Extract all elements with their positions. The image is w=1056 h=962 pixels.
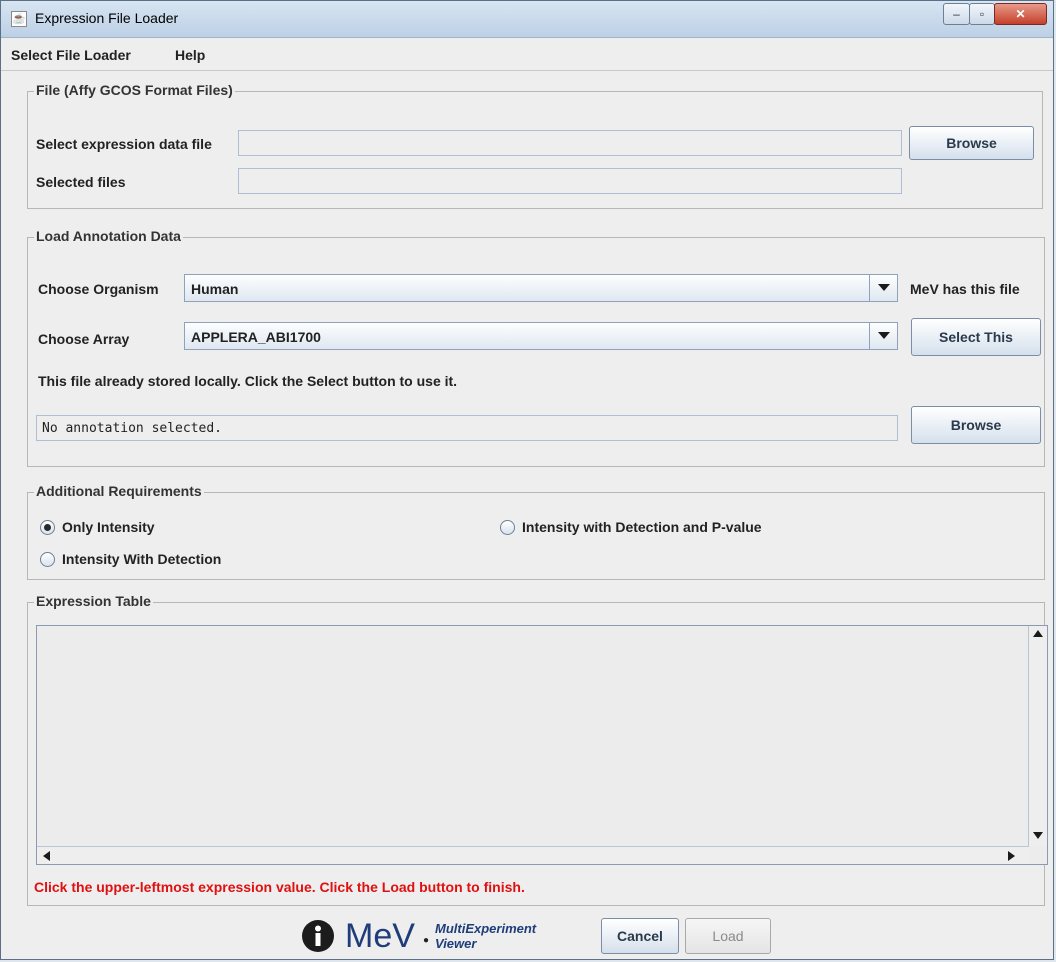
annotation-file-field[interactable]: No annotation selected.	[36, 415, 898, 441]
array-value: APPLERA_ABI1700	[191, 329, 321, 345]
scroll-left-icon[interactable]	[43, 851, 50, 861]
select-this-button[interactable]: Select This	[911, 318, 1041, 356]
radio-only-intensity[interactable]: Only Intensity	[40, 519, 240, 537]
organism-dropdown-arrow[interactable]	[869, 275, 897, 301]
organism-status-label: MeV has this file	[910, 281, 1020, 297]
scroll-up-icon[interactable]	[1033, 630, 1043, 637]
organism-value: Human	[191, 281, 239, 297]
expression-file-label: Select expression data file	[36, 136, 212, 152]
mev-logo: MeV ● MultiExperiment Viewer	[301, 917, 581, 957]
choose-array-label: Choose Array	[38, 331, 130, 347]
chevron-down-icon	[878, 284, 890, 291]
expression-table[interactable]	[36, 625, 1048, 865]
radio-circle	[500, 520, 515, 535]
selected-files-field[interactable]	[238, 168, 902, 194]
chevron-down-icon	[878, 332, 890, 339]
organism-combo[interactable]: Human	[184, 274, 898, 302]
radio-selected-dot	[44, 524, 51, 531]
annotation-panel: Load Annotation Data Choose Organism Hum…	[27, 228, 1045, 467]
expression-table-panel: Expression Table Click the upper-leftmos…	[27, 593, 1048, 906]
scroll-down-icon[interactable]	[1033, 832, 1043, 839]
expression-file-loader-window: ☕ Expression File Loader – ▫ ✕ Select Fi…	[0, 0, 1054, 960]
window-controls: – ▫ ✕	[943, 3, 1047, 25]
close-button[interactable]: ✕	[994, 3, 1047, 25]
selected-files-label: Selected files	[36, 174, 126, 190]
title-bar: ☕ Expression File Loader – ▫ ✕	[1, 1, 1053, 38]
browse-annotation-button[interactable]: Browse	[911, 406, 1041, 444]
info-icon	[302, 920, 334, 952]
cancel-button[interactable]: Cancel	[601, 918, 679, 954]
requirements-panel-legend: Additional Requirements	[34, 483, 204, 499]
mev-logo-sub1: MultiExperiment	[435, 921, 537, 936]
radio-circle	[40, 520, 55, 535]
requirements-panel: Additional Requirements Only Intensity I…	[27, 483, 1045, 580]
menu-bar: Select File Loader Help	[1, 38, 1053, 71]
expression-table-legend: Expression Table	[34, 593, 153, 609]
minimize-button[interactable]: –	[943, 3, 970, 25]
expression-status-text: Click the upper-leftmost expression valu…	[34, 879, 525, 895]
menu-select-file-loader[interactable]: Select File Loader	[11, 47, 131, 63]
annotation-file-value: No annotation selected.	[42, 421, 223, 436]
array-dropdown-arrow[interactable]	[869, 323, 897, 349]
java-app-icon: ☕	[11, 11, 27, 27]
window-title: Expression File Loader	[35, 10, 179, 26]
vertical-scrollbar[interactable]	[1028, 626, 1047, 846]
file-panel: File (Affy GCOS Format Files) Select exp…	[27, 82, 1043, 209]
mev-logo-sub2: Viewer	[435, 936, 477, 951]
menu-help[interactable]: Help	[175, 47, 205, 63]
annotation-info-text: This file already stored locally. Click …	[38, 373, 458, 389]
file-panel-legend: File (Affy GCOS Format Files)	[34, 82, 235, 98]
radio-circle	[40, 552, 55, 567]
scroll-right-icon[interactable]	[1008, 851, 1015, 861]
expression-file-field[interactable]	[238, 130, 902, 156]
mev-logo-dot: ●	[423, 935, 430, 946]
choose-organism-label: Choose Organism	[38, 281, 159, 297]
array-combo[interactable]: APPLERA_ABI1700	[184, 322, 898, 350]
horizontal-scrollbar[interactable]	[37, 846, 1029, 864]
browse-expression-button[interactable]: Browse	[909, 126, 1034, 160]
radio-intensity-with-detection[interactable]: Intensity With Detection	[40, 551, 280, 569]
mev-logo-text: MeV	[345, 917, 415, 955]
radio-intensity-detection-pvalue[interactable]: Intensity with Detection and P-value	[500, 519, 820, 537]
load-button[interactable]: Load	[685, 918, 771, 954]
maximize-button[interactable]: ▫	[969, 3, 995, 25]
annotation-panel-legend: Load Annotation Data	[34, 228, 183, 244]
